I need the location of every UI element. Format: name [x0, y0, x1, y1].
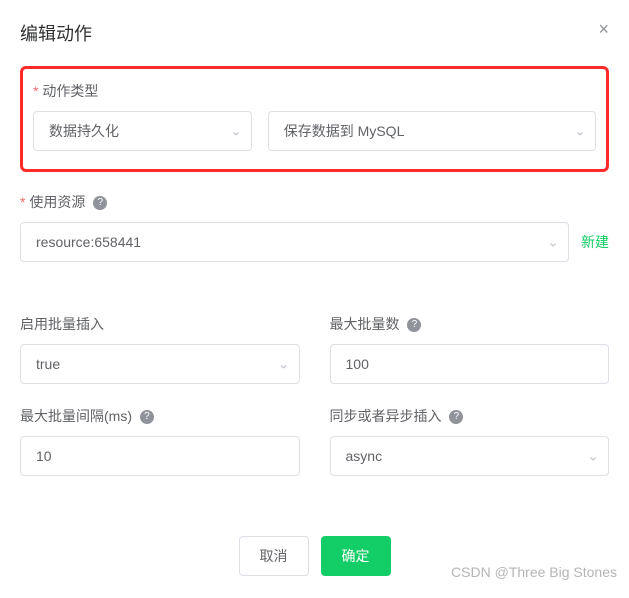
sync-async-group: 同步或者异步插入 ? async ⌄	[330, 406, 610, 476]
modal-title: 编辑动作	[20, 20, 92, 46]
resource-select[interactable]: resource:658441 ⌄	[20, 222, 569, 262]
max-interval-label: 最大批量间隔(ms) ?	[20, 406, 300, 426]
resource-label: 使用资源 ?	[20, 192, 609, 212]
close-button[interactable]: ×	[598, 20, 609, 38]
help-icon[interactable]: ?	[407, 318, 421, 332]
action-type-highlight: 动作类型 数据持久化 ⌄ 保存数据到 MySQL ⌄	[20, 66, 609, 172]
cancel-button[interactable]: 取消	[239, 536, 309, 576]
resource-group: 使用资源 ? resource:658441 ⌄ 新建	[20, 192, 609, 262]
action-target-value: 保存数据到 MySQL	[268, 111, 596, 151]
resource-value: resource:658441	[20, 222, 569, 262]
modal-footer: 取消 确定	[0, 526, 629, 586]
close-icon: ×	[598, 19, 609, 39]
sync-async-select[interactable]: async ⌄	[330, 436, 610, 476]
max-batch-value: 100	[330, 344, 610, 384]
help-icon[interactable]: ?	[93, 196, 107, 210]
max-batch-label: 最大批量数 ?	[330, 314, 610, 334]
max-interval-input[interactable]: 10	[20, 436, 300, 476]
row-batch-settings: 启用批量插入 true ⌄ 最大批量数 ? 100	[20, 314, 609, 406]
help-icon[interactable]: ?	[449, 410, 463, 424]
max-batch-input[interactable]: 100	[330, 344, 610, 384]
max-batch-group: 最大批量数 ? 100	[330, 314, 610, 384]
sync-async-label: 同步或者异步插入 ?	[330, 406, 610, 426]
resource-row: resource:658441 ⌄ 新建	[20, 222, 609, 262]
modal-header: 编辑动作 ×	[0, 0, 629, 56]
batch-insert-select[interactable]: true ⌄	[20, 344, 300, 384]
sync-async-value: async	[330, 436, 610, 476]
action-type-label: 动作类型	[33, 81, 596, 101]
action-category-select[interactable]: 数据持久化 ⌄	[33, 111, 252, 151]
row-interval-sync: 最大批量间隔(ms) ? 10 同步或者异步插入 ? async ⌄	[20, 406, 609, 498]
help-icon[interactable]: ?	[140, 410, 154, 424]
action-category-value: 数据持久化	[33, 111, 252, 151]
action-type-row: 数据持久化 ⌄ 保存数据到 MySQL ⌄	[33, 111, 596, 151]
batch-insert-label: 启用批量插入	[20, 314, 300, 334]
batch-insert-value: true	[20, 344, 300, 384]
max-interval-value: 10	[20, 436, 300, 476]
new-resource-link[interactable]: 新建	[581, 232, 609, 252]
modal-body: 动作类型 数据持久化 ⌄ 保存数据到 MySQL ⌄ 使用资源 ? res	[0, 56, 629, 518]
batch-insert-group: 启用批量插入 true ⌄	[20, 314, 300, 384]
max-interval-group: 最大批量间隔(ms) ? 10	[20, 406, 300, 476]
confirm-button[interactable]: 确定	[321, 536, 391, 576]
action-target-select[interactable]: 保存数据到 MySQL ⌄	[268, 111, 596, 151]
